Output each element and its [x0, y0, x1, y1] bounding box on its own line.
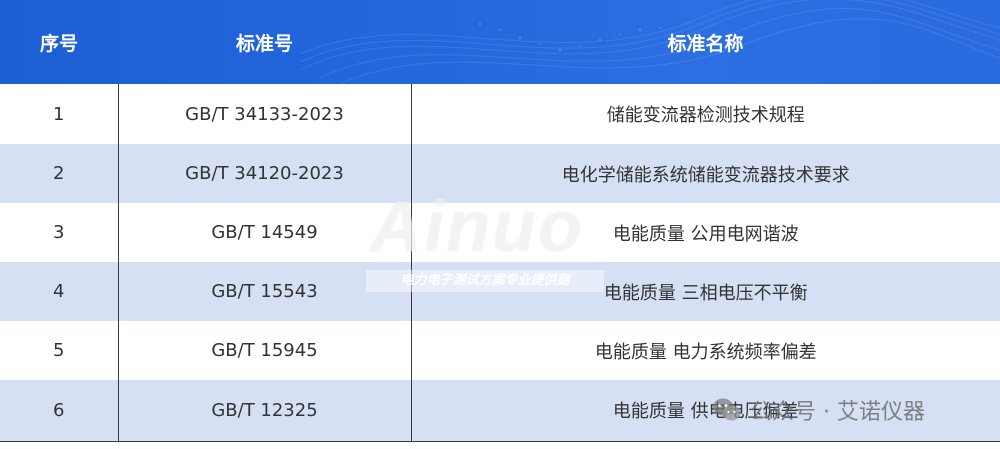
table-row: 2 GB/T 34120-2023 电化学储能系统储能变流器技术要求	[0, 144, 1000, 203]
cell-standard-name: 电化学储能系统储能变流器技术要求	[561, 164, 850, 186]
table-row: 3 GB/T 14549 电能质量 公用电网谐波	[0, 203, 1000, 262]
table-header-row: 序号 标准号 标准名称	[0, 0, 1000, 84]
table-row: 5 GB/T 15945 电能质量 电力系统频率偏差	[0, 321, 1000, 380]
wechat-watermark: 公众号 · 艾诺仪器	[712, 392, 925, 428]
cell-index: 5	[0, 321, 119, 380]
cell-standard-number: GB/T 12325	[118, 380, 412, 442]
wechat-icon	[713, 398, 741, 421]
cell-standard-number: GB/T 14549	[118, 203, 412, 262]
cell-standard-name: 电能质量 电力系统频率偏差	[594, 341, 817, 363]
cell-index: 6	[0, 380, 119, 442]
standards-table: 序号 标准号 标准名称 1 GB/T 34133-2023 储能变流器检测技术规…	[0, 0, 1000, 442]
cell-standard-number: GB/T 34133-2023	[118, 84, 412, 144]
cell-standard-number: GB/T 15945	[118, 321, 412, 380]
cell-index: 1	[0, 84, 119, 144]
cell-standard-name: 储能变流器检测技术规程	[606, 105, 805, 126]
cell-standard-number: GB/T 34120-2023	[118, 144, 412, 203]
wechat-account-label: 公众号 · 艾诺仪器	[750, 400, 925, 425]
cell-index: 4	[0, 262, 119, 321]
table-row: 1 GB/T 34133-2023 储能变流器检测技术规程	[0, 84, 1000, 144]
cell-standard-name: 电能质量 三相电压不平衡	[603, 282, 808, 304]
cell-standard-name: 电能质量 公用电网谐波	[612, 223, 799, 245]
cell-index: 2	[0, 144, 119, 203]
header-index: 序号	[39, 32, 78, 55]
cell-index: 3	[0, 203, 119, 262]
standards-table-image: 序号 标准号 标准名称 1 GB/T 34133-2023 储能变流器检测技术规…	[0, 0, 1000, 449]
table-row: 4 GB/T 15543 电能质量 三相电压不平衡	[0, 262, 1000, 321]
header-standard-name: 标准名称	[667, 32, 744, 55]
header-standard-number: 标准号	[235, 32, 293, 55]
cell-standard-number: GB/T 15543	[118, 262, 412, 321]
